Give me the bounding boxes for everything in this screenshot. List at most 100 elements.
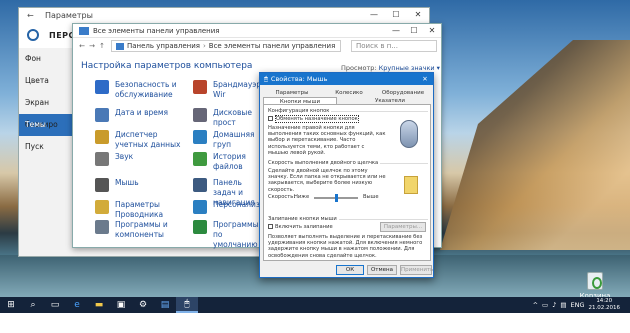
programs-icon — [95, 220, 109, 234]
settings-gear-icon[interactable]: ⚙ — [132, 297, 154, 313]
click-lock-row[interactable]: Включить залипание — [268, 224, 333, 230]
tab-pointer-options[interactable]: Параметры указателя — [263, 89, 321, 104]
control-panel-item-label: Брандмауэр Wir — [213, 80, 262, 99]
control-panel-item[interactable]: Дисковые прост — [193, 108, 263, 128]
speed-label: Скорость: — [268, 194, 296, 200]
control-panel-item[interactable]: Параметры Проводника — [95, 200, 187, 220]
network-icon[interactable]: ▭ — [542, 301, 548, 309]
cancel-button[interactable]: Отмена — [367, 265, 397, 275]
up-arrow-icon[interactable]: ↑ — [97, 42, 107, 50]
minimize-button[interactable]: — — [387, 26, 405, 35]
settings-nav-item-start[interactable]: Пуск — [19, 136, 74, 158]
control-panel-item[interactable]: Звук — [95, 152, 187, 166]
click-lock-settings-button[interactable]: Параметры... — [380, 222, 426, 232]
swap-buttons-label: Обменять назначение кнопок — [275, 115, 359, 123]
click-lock-checkbox-label: Включить залипание — [275, 224, 333, 230]
ok-button[interactable]: ОК — [336, 265, 364, 275]
control-panel-item-label: Звук — [115, 152, 134, 161]
control-panel-item[interactable]: История файлов — [193, 152, 263, 172]
disk-icon — [193, 108, 207, 122]
task-view-icon[interactable]: ▭ — [44, 297, 66, 313]
settings-nav-item-background[interactable]: Фон — [19, 48, 74, 70]
recycle-bin-icon — [587, 272, 603, 290]
edge-icon[interactable]: e — [66, 297, 88, 313]
control-panel-item[interactable]: Программы и компоненты — [95, 220, 187, 240]
folder-options-icon — [95, 200, 109, 214]
search-input[interactable]: Поиск в п... — [351, 40, 437, 52]
view-by-label: Просмотр: — [341, 64, 377, 72]
control-panel-item[interactable]: Дата и время — [95, 108, 187, 122]
taskbar-icon — [193, 178, 207, 192]
settings-nav-item-colors[interactable]: Цвета — [19, 70, 74, 92]
mouse-picture-icon — [400, 120, 418, 148]
clock-time: 14:20 — [596, 298, 613, 304]
control-panel-item[interactable]: Персонализация — [193, 200, 279, 214]
breadcrumb-all-items[interactable]: Все элементы панели управления — [209, 42, 336, 50]
speed-row: Скорость: Ниже Выше — [268, 194, 388, 202]
maximize-button[interactable]: ☐ — [385, 8, 407, 22]
test-folder-icon[interactable] — [404, 176, 418, 194]
history-icon — [193, 152, 207, 166]
maximize-button[interactable]: ☐ — [405, 26, 423, 35]
minimize-button[interactable]: — — [363, 8, 385, 22]
control-panel-item[interactable]: Безопасность и обслуживание — [95, 80, 187, 100]
control-panel-item-label: Диспетчер учетных данных — [115, 130, 181, 149]
close-icon[interactable]: ✕ — [417, 75, 433, 83]
close-button[interactable]: ✕ — [423, 26, 441, 35]
tab-hardware[interactable]: Оборудование — [375, 89, 431, 97]
control-panel-item-label: Мышь — [115, 178, 139, 187]
store-icon[interactable]: ▣ — [110, 297, 132, 313]
click-lock-checkbox[interactable] — [268, 224, 273, 229]
credential-icon — [95, 130, 109, 144]
back-arrow-icon[interactable]: ← — [27, 11, 37, 20]
control-panel-item-label: Домашняя груп — [213, 130, 255, 149]
control-panel-item-label: Безопасность и обслуживание — [115, 80, 177, 99]
control-panel-item[interactable]: Программы по умолчанию — [193, 220, 263, 250]
mouse-dialog-tabs: Параметры указателя Колесико Оборудовани… — [263, 89, 431, 105]
mouse-properties-dialog: 🖱 Свойства: Мышь ✕ Параметры указателя К… — [259, 72, 434, 278]
control-panel-item[interactable]: Диспетчер учетных данных — [95, 130, 187, 150]
control-panel-item[interactable]: Мышь — [95, 178, 187, 192]
firewall-icon — [193, 80, 207, 94]
view-by-dropdown[interactable]: Крупные значки ▾ — [379, 64, 440, 72]
swap-buttons-row[interactable]: Обменять назначение кнопок — [268, 115, 386, 123]
swap-buttons-checkbox[interactable] — [268, 116, 273, 121]
double-click-label: Скорость выполнения двойного щелчка — [268, 160, 381, 167]
control-panel-titlebar: Все элементы панели управления — ☐ ✕ — [73, 24, 441, 38]
control-panel-item-label: Программы и компоненты — [115, 220, 168, 239]
taskbar: ⊞ ⌕ ▭ e ▬ ▣ ⚙ ▤ 🖱 ^ ▭ ♪ ▤ ENG 14:20 21.0… — [0, 297, 630, 313]
control-panel-item[interactable]: Домашняя груп — [193, 130, 263, 150]
breadcrumb-separator: › — [202, 42, 206, 50]
apply-button[interactable]: Применить — [400, 265, 433, 275]
forward-arrow-icon[interactable]: → — [87, 42, 97, 50]
click-lock-group: Залипание кнопки мыши Включить залипание… — [268, 216, 428, 259]
clock[interactable]: 14:20 21.02.2016 — [589, 298, 621, 312]
mouse-icon — [95, 178, 109, 192]
language-indicator[interactable]: ENG — [570, 301, 584, 309]
back-arrow-icon[interactable]: ← — [77, 42, 87, 50]
explorer-icon[interactable]: ▬ — [88, 297, 110, 313]
start-button[interactable]: ⊞ — [0, 297, 22, 313]
address-row: ← → ↑ Панель управления › Все элементы п… — [73, 38, 441, 54]
control-panel-taskbar-icon[interactable]: ▤ — [154, 297, 176, 313]
recycle-bin[interactable]: Корзина — [578, 272, 612, 300]
tab-wheel[interactable]: Колесико — [325, 89, 373, 97]
control-panel-item[interactable]: Брандмауэр Wir — [193, 80, 263, 100]
control-panel-item-label: История файлов — [213, 152, 246, 171]
address-bar[interactable]: Панель управления › Все элементы панели … — [111, 40, 341, 52]
control-panel-icon — [79, 26, 89, 35]
mouse-dialog-title: Свойства: Мышь — [270, 75, 328, 83]
close-button[interactable]: ✕ — [407, 8, 429, 22]
chevron-up-icon[interactable]: ^ — [533, 301, 538, 309]
clock-date: 21.02.2016 — [588, 305, 621, 311]
volume-icon[interactable]: ♪ — [552, 301, 556, 309]
search-icon[interactable]: ⌕ — [22, 297, 44, 313]
breadcrumb-control-panel[interactable]: Панель управления — [127, 42, 200, 50]
control-panel-item-label: Дата и время — [115, 108, 169, 117]
clock-icon — [95, 108, 109, 122]
settings-nav-item-lockscreen[interactable]: Экран блокиро — [19, 92, 74, 129]
action-center-icon[interactable]: ▤ — [560, 301, 566, 309]
speed-slider-thumb[interactable] — [334, 194, 338, 202]
mouse-taskbar-icon[interactable]: 🖱 — [176, 297, 198, 313]
gear-icon — [27, 29, 39, 41]
